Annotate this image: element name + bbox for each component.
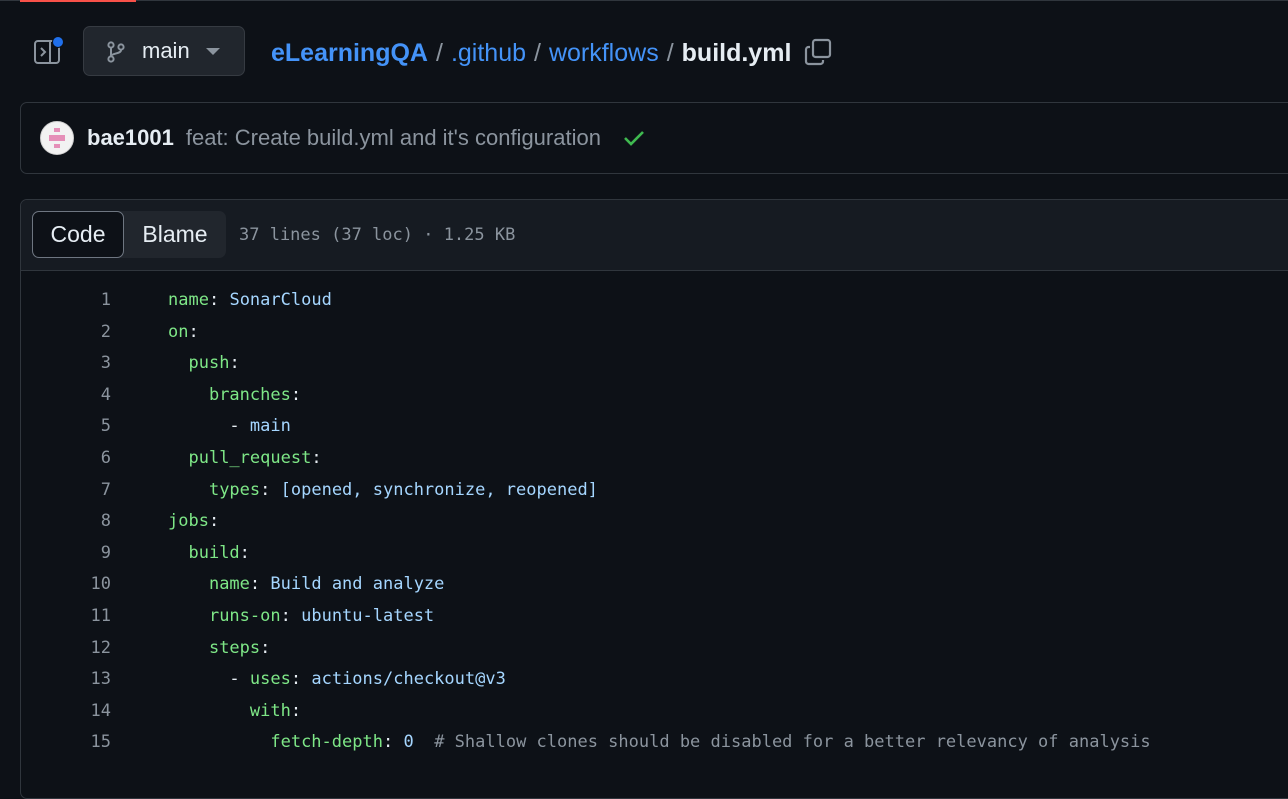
latest-commit-bar: bae1001 feat: Create build.yml and it's … [20,102,1288,174]
line-number[interactable]: 10 [51,574,111,594]
line-content: with: [249,700,302,721]
code-line: 3 push: [21,347,1288,378]
check-icon[interactable] [623,129,645,147]
line-number[interactable]: 11 [51,606,111,626]
breadcrumb-workflows-link[interactable]: workflows [549,39,659,68]
commit-message[interactable]: feat: Create build.yml and it's configur… [186,125,601,151]
code-line: 6 pull_request: [21,442,1288,473]
code-line: 13 - uses: actions/checkout@v3 [21,663,1288,694]
code-line: 12 steps: [21,632,1288,663]
code-line: 5 - main [21,410,1288,441]
line-content: build: [188,542,250,563]
line-number[interactable]: 2 [51,322,111,342]
line-content: - uses: actions/checkout@v3 [229,669,506,690]
notification-dot [52,36,64,48]
line-number[interactable]: 13 [51,669,111,689]
file-stats: 37 lines (37 loc) · 1.25 KB [239,225,516,245]
breadcrumb-separator: / [534,38,541,67]
code-line: 14 with: [21,695,1288,726]
line-number[interactable]: 7 [51,480,111,500]
commit-author[interactable]: bae1001 [87,125,174,151]
line-number[interactable]: 4 [51,385,111,405]
line-content: branches: [208,384,302,405]
triangle-down-icon [206,48,220,55]
tab-code[interactable]: Code [32,211,124,258]
branch-name: main [142,38,190,63]
breadcrumb-github-link[interactable]: .github [451,39,526,68]
line-number[interactable]: 9 [51,543,111,563]
code-line: 11 runs-on: ubuntu-latest [21,600,1288,631]
line-content: name: Build and analyze [208,574,445,595]
view-mode-toggle: Code Blame [32,211,226,258]
avatar[interactable] [40,121,74,155]
tab-underline-accent [20,0,136,2]
tab-blame[interactable]: Blame [124,211,226,258]
code-line: 15 fetch-depth: 0 # Shallow clones shoul… [21,726,1288,757]
code-line: 8 jobs: [21,505,1288,536]
code-line: 9 build: [21,537,1288,568]
code-line: 1 name: SonarCloud [21,284,1288,315]
copy-icon [804,38,832,66]
file-header: Code Blame 37 lines (37 loc) · 1.25 KB [21,200,1288,271]
expand-file-tree-button[interactable] [30,36,64,68]
line-content: types: [opened, synchronize, reopened] [208,479,598,500]
line-content: push: [188,353,240,374]
line-content: - main [229,416,291,437]
code-line: 7 types: [opened, synchronize, reopened] [21,474,1288,505]
line-content: fetch-depth: 0 # Shallow clones should b… [270,732,1151,753]
breadcrumb-current-file: build.yml [681,38,792,67]
line-content: name: SonarCloud [168,290,332,310]
breadcrumb-separator: / [435,38,443,67]
line-number[interactable]: 15 [51,732,111,752]
line-content: runs-on: ubuntu-latest [208,606,435,626]
line-content: pull_request: [188,448,322,468]
copy-path-button[interactable] [802,36,834,68]
breadcrumb-separator: / [666,38,674,67]
line-number[interactable]: 3 [51,353,111,373]
branch-selector-button[interactable]: main [83,26,245,76]
line-content: steps: [208,637,271,658]
line-number[interactable]: 14 [51,701,111,721]
git-branch-icon [106,41,126,63]
file-viewer: Code Blame 37 lines (37 loc) · 1.25 KB 1… [20,199,1288,799]
line-content: on: [168,321,199,342]
line-content: jobs: [168,511,220,532]
breadcrumb-repo-link[interactable]: eLearningQA [271,39,428,68]
line-number[interactable]: 6 [51,448,111,468]
line-number[interactable]: 1 [51,290,111,310]
top-border [0,0,1288,1]
code-line: 10 name: Build and analyze [21,568,1288,599]
line-number[interactable]: 12 [51,638,111,658]
breadcrumb: eLearningQA / .github / workflows / buil… [271,36,791,70]
code-line: 4 branches: [21,379,1288,410]
code-line: 2 on: [21,316,1288,347]
line-number[interactable]: 8 [51,511,111,531]
line-number[interactable]: 5 [51,416,111,436]
